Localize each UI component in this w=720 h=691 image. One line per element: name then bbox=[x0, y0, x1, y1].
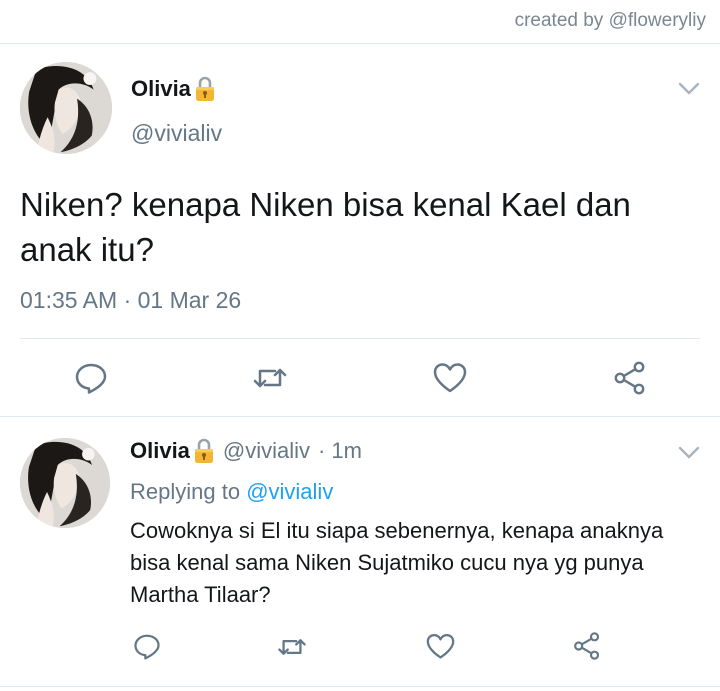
reply-time[interactable]: 1m bbox=[331, 438, 362, 464]
reply-text: Cowoknya si El itu siapa sebenernya, ken… bbox=[130, 518, 664, 607]
meta-separator: · bbox=[318, 438, 326, 463]
display-name[interactable]: Olivia bbox=[131, 76, 191, 102]
replying-to-mention[interactable]: @vivialiv bbox=[246, 479, 333, 504]
chevron-down-icon[interactable] bbox=[678, 446, 700, 460]
retweet-icon[interactable] bbox=[276, 635, 308, 659]
share-icon[interactable] bbox=[572, 631, 602, 661]
avatar-photo bbox=[20, 62, 112, 154]
retweet-icon[interactable] bbox=[251, 364, 289, 392]
divider bbox=[20, 338, 700, 339]
top-bar: created by @floweryliy bbox=[0, 0, 720, 44]
author-handle[interactable]: @vivialiv bbox=[223, 438, 310, 464]
tweet-text: Niken? kenapa Niken bisa kenal Kael dan … bbox=[20, 186, 631, 268]
chevron-down-icon[interactable] bbox=[678, 82, 700, 96]
lock-icon bbox=[194, 76, 216, 102]
author-name-row: Olivia bbox=[131, 76, 216, 102]
avatar[interactable] bbox=[20, 62, 112, 154]
avatar-photo bbox=[20, 438, 110, 528]
credit-text: created by @floweryliy bbox=[514, 10, 706, 31]
reply-icon[interactable] bbox=[74, 362, 108, 394]
tweet-timestamp[interactable]: 01:35 AM · 01 Mar 26 bbox=[20, 287, 241, 314]
reply-icon[interactable] bbox=[133, 633, 161, 660]
main-tweet: Olivia @vivialiv Niken? kenapa Niken bis… bbox=[0, 44, 720, 417]
like-icon[interactable] bbox=[426, 633, 455, 660]
display-name[interactable]: Olivia bbox=[130, 438, 190, 464]
avatar[interactable] bbox=[20, 438, 110, 528]
replying-to-prefix: Replying to bbox=[130, 479, 241, 504]
divider bbox=[0, 686, 720, 687]
share-icon[interactable] bbox=[612, 360, 648, 396]
lock-icon bbox=[193, 438, 215, 464]
author-handle[interactable]: @vivialiv bbox=[131, 120, 222, 147]
like-icon[interactable] bbox=[433, 362, 467, 394]
reply-tweet: Olivia @vivialiv · 1m Replying to @vivia… bbox=[0, 418, 720, 691]
reply-header: Olivia @vivialiv · 1m bbox=[130, 438, 362, 464]
replying-to-line: Replying to @vivialiv bbox=[130, 479, 333, 505]
